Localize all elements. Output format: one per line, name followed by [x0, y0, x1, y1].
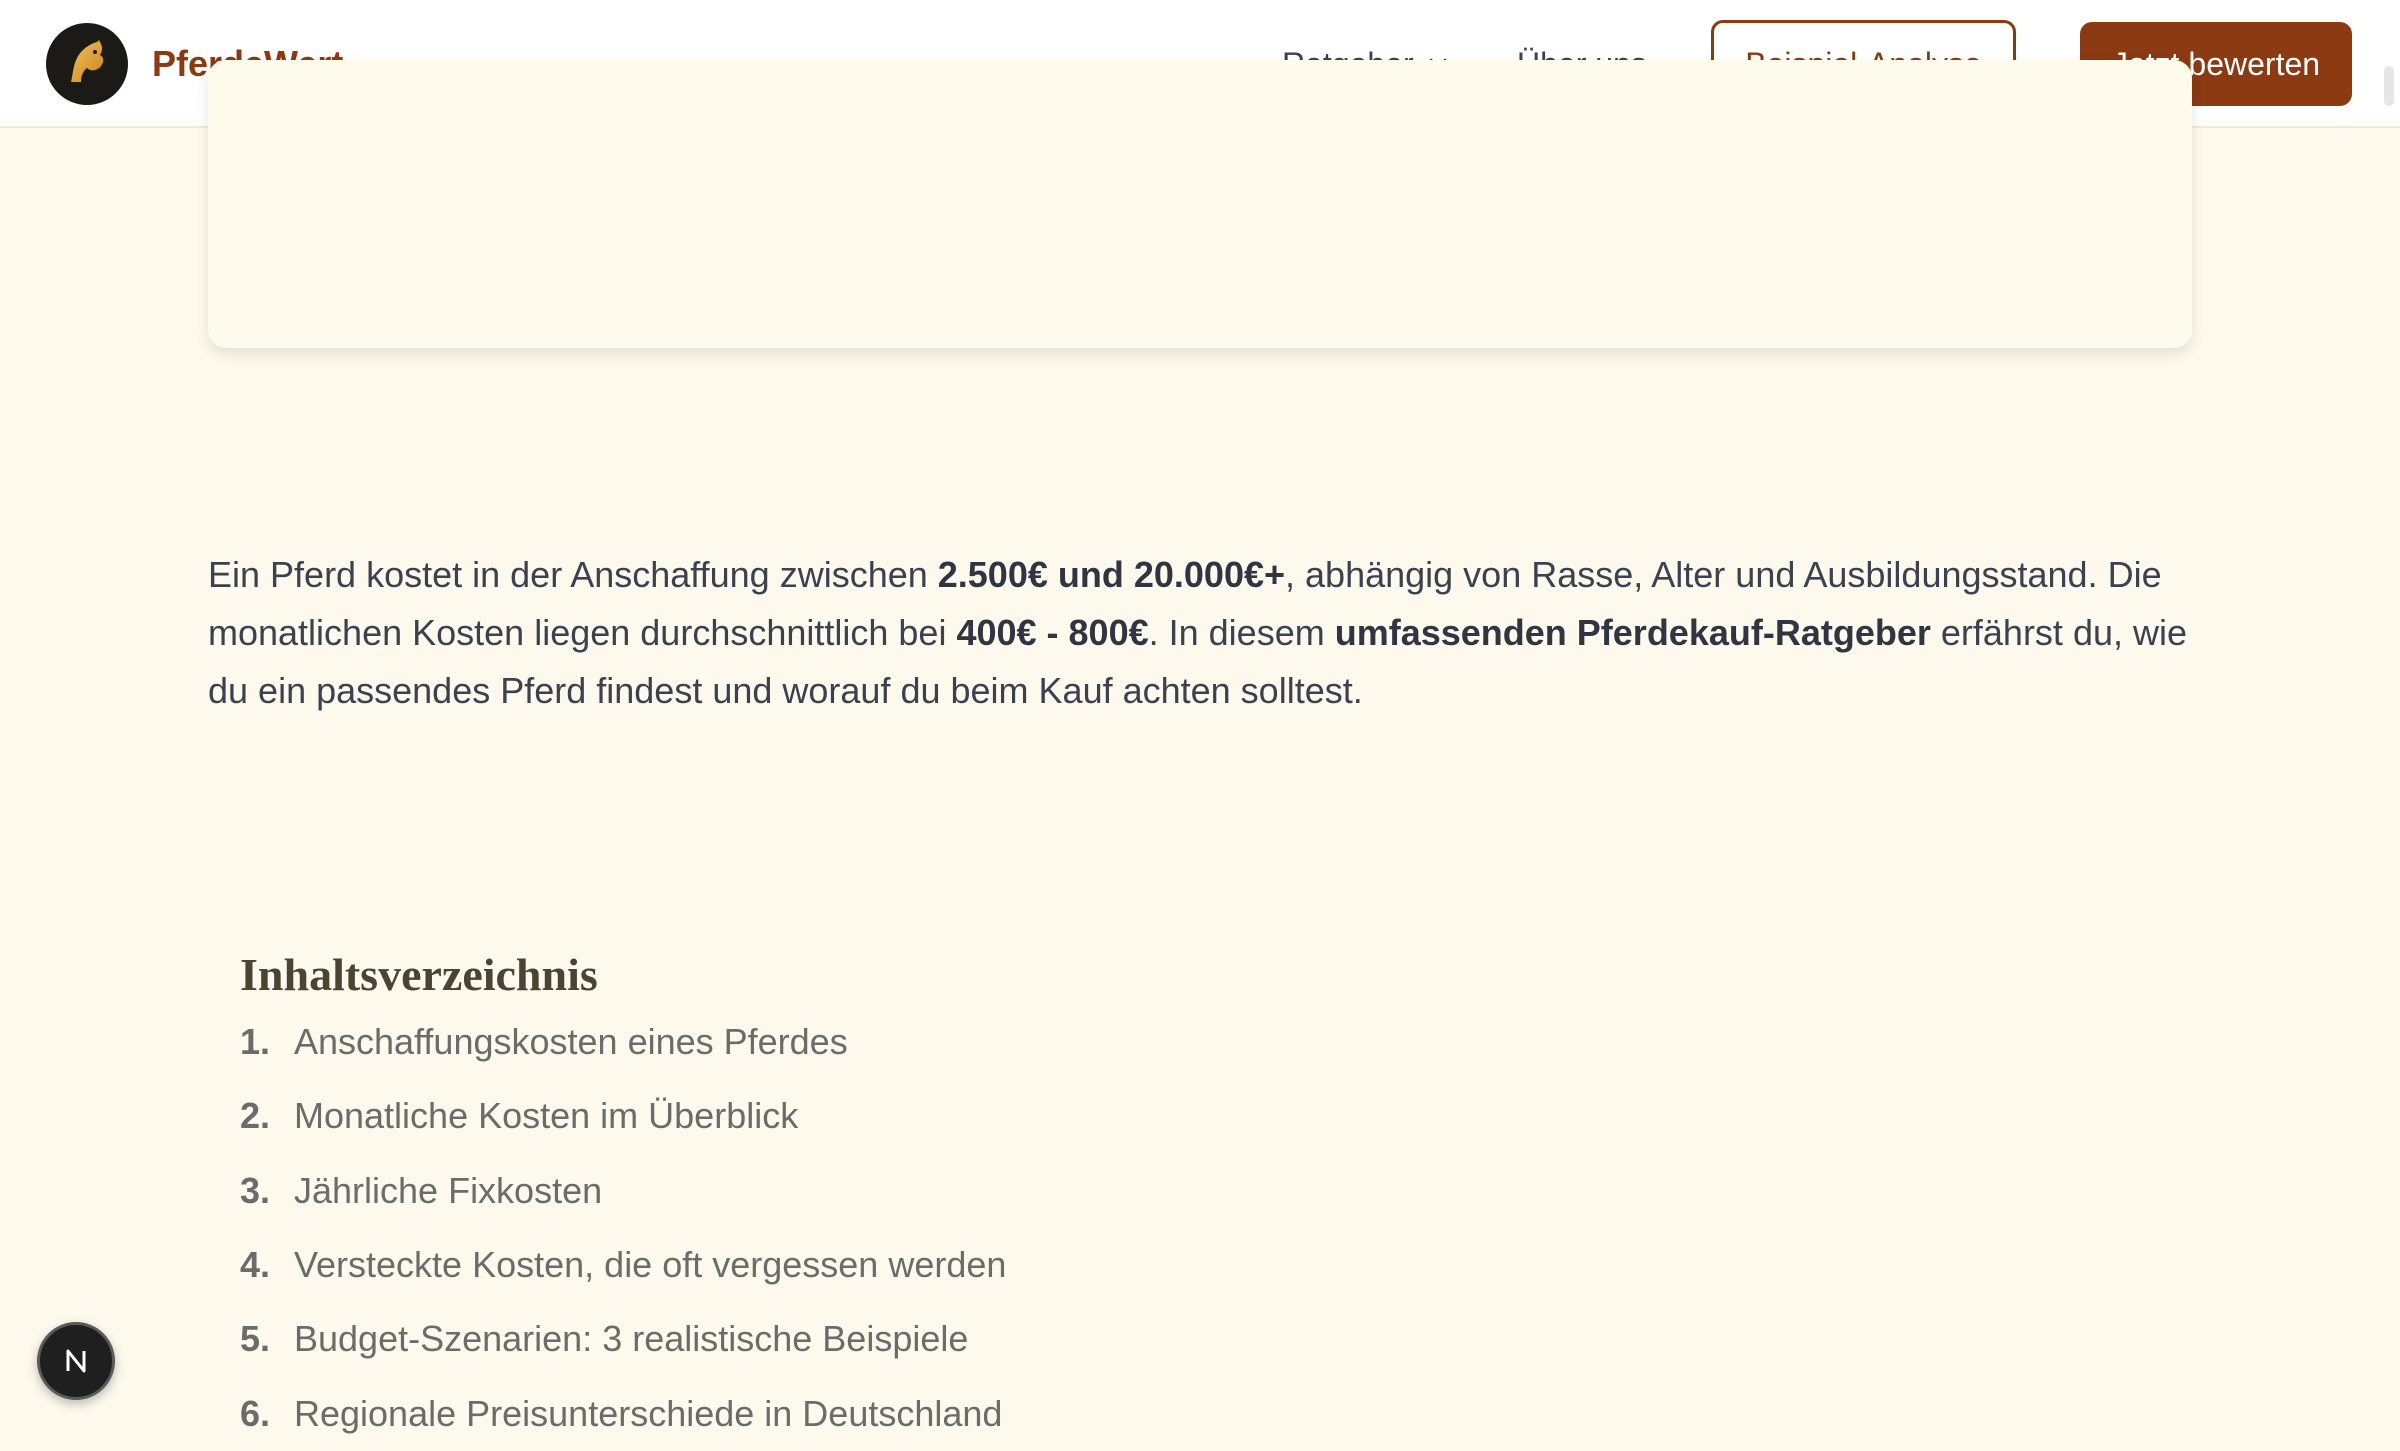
scrollbar-thumb[interactable]: [2384, 66, 2394, 106]
toc-item[interactable]: 6. Regionale Preisunterschiede in Deutsc…: [240, 1376, 1006, 1450]
toc-item-label: Anschaffungskosten eines Pferdes: [294, 1021, 848, 1063]
toc-item-label: Monatliche Kosten im Überblick: [294, 1095, 799, 1137]
n-logo-icon: [66, 1349, 86, 1373]
intro-text-3: . In diesem: [1148, 612, 1335, 653]
toc-item[interactable]: 4. Versteckte Kosten, die oft vergessen …: [240, 1228, 1006, 1302]
intro-guide-name: umfassenden Pferdekauf-Ratgeber: [1334, 612, 1931, 653]
intro-text-1: Ein Pferd kostet in der Anschaffung zwis…: [208, 554, 938, 595]
content-card: [208, 60, 2192, 348]
toc-item-number: 4.: [240, 1244, 271, 1286]
toc-item-number: 2.: [240, 1095, 271, 1137]
toc-item[interactable]: 5. Budget-Szenarien: 3 realistische Beis…: [240, 1302, 1006, 1376]
toc-item-number: 3.: [240, 1169, 271, 1211]
toc-item[interactable]: 1. Anschaffungskosten eines Pferdes: [240, 1005, 1006, 1079]
intro-paragraph: Ein Pferd kostet in der Anschaffung zwis…: [208, 546, 2198, 720]
toc-item-label: Jährliche Fixkosten: [294, 1169, 603, 1211]
toc-item-number: 6.: [240, 1392, 271, 1434]
toc-item-label: Budget-Szenarien: 3 realistische Beispie…: [294, 1318, 969, 1360]
toc-item[interactable]: 3. Jährliche Fixkosten: [240, 1154, 1006, 1228]
toc-title: Inhaltsverzeichnis: [240, 949, 598, 1001]
nextjs-dev-badge[interactable]: [37, 1322, 115, 1400]
toc-item-number: 5.: [240, 1318, 271, 1360]
toc-item-label: Versteckte Kosten, die oft vergessen wer…: [294, 1244, 1007, 1286]
intro-price-range: 2.500€ und 20.000€+: [937, 554, 1286, 595]
horse-head-icon: [46, 23, 128, 105]
toc-item-number: 1.: [240, 1021, 271, 1063]
toc-list: 1. Anschaffungskosten eines Pferdes 2. M…: [240, 1005, 1006, 1451]
toc-item-label: Regionale Preisunterschiede in Deutschla…: [294, 1392, 1003, 1434]
intro-monthly-cost: 400€ - 800€: [956, 612, 1149, 653]
toc-item[interactable]: 2. Monatliche Kosten im Überblick: [240, 1079, 1006, 1153]
